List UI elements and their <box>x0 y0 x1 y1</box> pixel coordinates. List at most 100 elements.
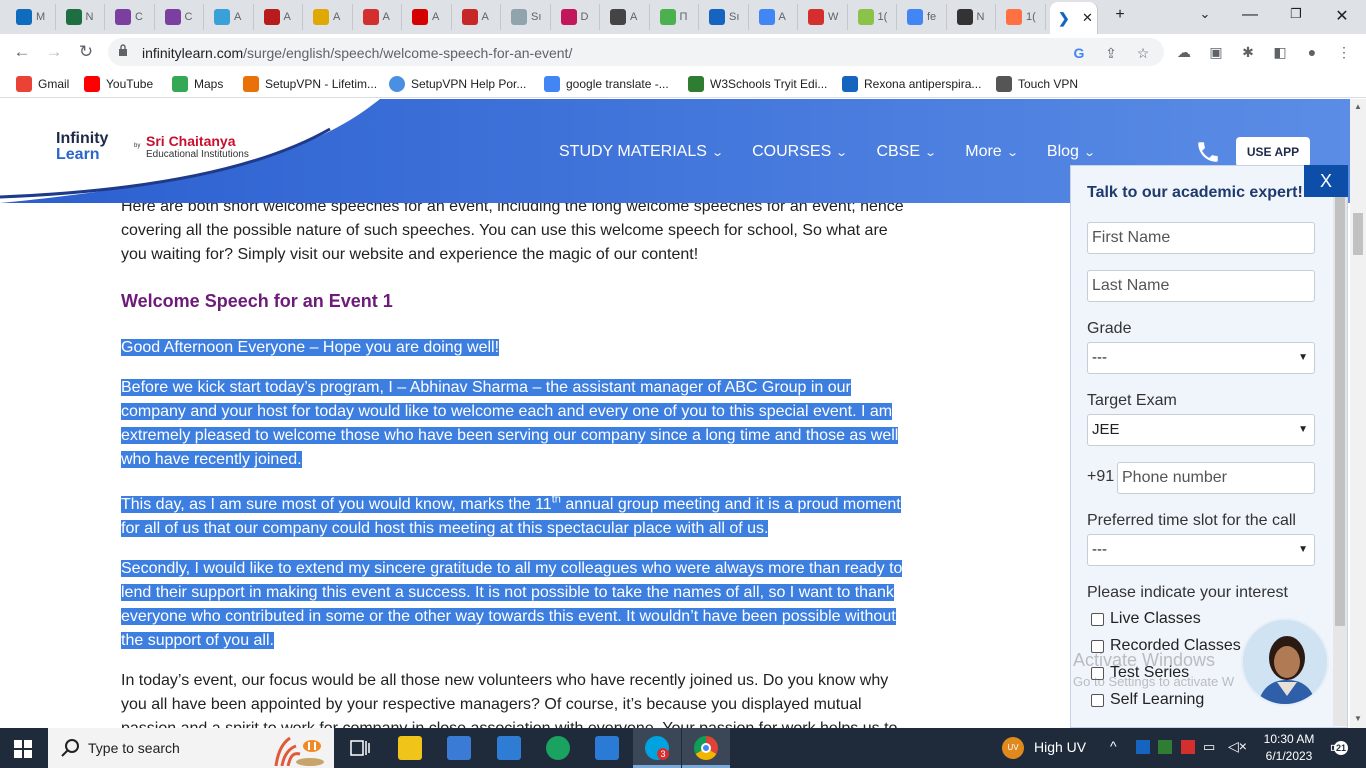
extension-cloud-icon[interactable]: ☁ <box>1174 42 1194 62</box>
maximize-button[interactable]: ❐ <box>1284 6 1308 22</box>
bookmark-item[interactable]: Maps <box>172 76 223 92</box>
extension-image-icon[interactable]: ▣ <box>1206 42 1226 62</box>
address-bar[interactable]: infinitylearn.com/surge/english/speech/w… <box>108 38 1164 66</box>
phone-input[interactable] <box>1117 462 1315 494</box>
scroll-up-arrow-icon[interactable]: ▲ <box>1354 102 1362 111</box>
use-app-button[interactable]: USE APP <box>1236 137 1310 167</box>
url-text[interactable]: infinitylearn.com/surge/english/speech/w… <box>142 45 572 61</box>
target-exam-select[interactable]: JEE ▼ <box>1087 414 1315 446</box>
weather-text[interactable]: High UV <box>1034 739 1086 755</box>
close-window-button[interactable]: ✕ <box>1330 6 1354 26</box>
side-panel-icon[interactable]: ◧ <box>1270 42 1290 62</box>
edge-icon[interactable] <box>546 736 570 760</box>
bookmark-star-icon[interactable]: ☆ <box>1134 44 1152 62</box>
browser-tab[interactable]: N <box>949 4 996 30</box>
menu-icon[interactable]: ⋮ <box>1334 42 1354 62</box>
bookmark-item[interactable]: W3Schools Tryit Edi... <box>688 76 827 92</box>
tab-close-icon[interactable]: ✕ <box>1082 10 1093 26</box>
grade-select[interactable]: --- ▼ <box>1087 342 1315 374</box>
skype-icon[interactable]: 3 <box>645 736 669 760</box>
task-view-icon[interactable] <box>348 736 372 760</box>
form-scrollbar[interactable] <box>1333 196 1347 726</box>
browser-tab[interactable]: fe <box>899 4 947 30</box>
bookmark-item[interactable]: Gmail <box>16 76 69 92</box>
browser-tab[interactable]: A <box>602 4 650 30</box>
mail-icon[interactable] <box>497 736 521 760</box>
bookmark-item[interactable]: YouTube <box>84 76 153 92</box>
new-tab-button[interactable]: + <box>1108 6 1132 24</box>
browser-tab[interactable]: M <box>8 4 56 30</box>
browser-tab[interactable]: A <box>454 4 501 30</box>
tray-app-icon[interactable] <box>1181 740 1195 754</box>
browser-tab[interactable]: C <box>157 4 204 30</box>
form-scrollbar-thumb[interactable] <box>1335 196 1345 626</box>
browser-tab[interactable]: Sı <box>701 4 749 30</box>
nav-item[interactable]: STUDY MATERIALS ⌄ <box>559 143 724 161</box>
extensions-puzzle-icon[interactable]: ✱ <box>1238 42 1258 62</box>
checkbox-box[interactable] <box>1091 612 1104 626</box>
bookmark-item[interactable]: Touch VPN <box>996 76 1078 92</box>
browser-tab[interactable]: A <box>355 4 402 30</box>
last-name-input[interactable] <box>1087 270 1315 302</box>
tab-active[interactable]: ❯ ✕ <box>1050 2 1098 34</box>
tray-app-icon[interactable] <box>1158 740 1172 754</box>
browser-tab[interactable]: A <box>206 4 254 30</box>
interest-checkbox[interactable]: Live Classes <box>1091 610 1201 628</box>
file-explorer-icon[interactable] <box>398 736 422 760</box>
browser-tab[interactable]: A <box>751 4 798 30</box>
notification-center-icon[interactable]: ▭21 <box>1326 737 1348 759</box>
browser-tab[interactable]: D <box>553 4 600 30</box>
nav-item[interactable]: CBSE ⌄ <box>876 143 937 161</box>
taskbar-search[interactable]: Type to search <box>48 728 334 768</box>
windows-start-icon[interactable] <box>14 740 32 758</box>
vscode-icon[interactable] <box>595 736 619 760</box>
interest-checkbox[interactable]: Self Learning <box>1091 691 1204 709</box>
browser-tab[interactable]: A <box>256 4 303 30</box>
browser-toolbar: ← → ↻ infinitylearn.com/surge/english/sp… <box>0 34 1366 70</box>
minimize-button[interactable]: — <box>1238 6 1262 24</box>
forward-button[interactable]: → <box>42 40 66 64</box>
nav-item[interactable]: More ⌄ <box>965 143 1019 161</box>
bookmark-item[interactable]: SetupVPN - Lifetim... <box>243 76 377 92</box>
google-lens-icon[interactable]: G <box>1070 44 1088 62</box>
back-button[interactable]: ← <box>10 40 34 64</box>
browser-tab[interactable]: 1( <box>998 4 1046 30</box>
nav-item[interactable]: COURSES ⌄ <box>752 143 848 161</box>
page-scrollbar-thumb[interactable] <box>1353 213 1363 255</box>
store-icon[interactable] <box>447 736 471 760</box>
checkbox-box[interactable] <box>1091 693 1104 707</box>
browser-tab[interactable]: N <box>58 4 105 30</box>
close-form-button[interactable]: X <box>1304 165 1348 197</box>
profile-icon[interactable]: ● <box>1302 42 1322 62</box>
chat-agent-avatar[interactable] <box>1241 618 1329 706</box>
phone-icon[interactable] <box>1195 139 1221 165</box>
first-name-input[interactable] <box>1087 222 1315 254</box>
browser-tab[interactable]: П <box>652 4 699 30</box>
scroll-down-arrow-icon[interactable]: ▼ <box>1354 714 1362 723</box>
bookmark-item[interactable]: SetupVPN Help Por... <box>389 76 526 92</box>
tray-app-icon[interactable] <box>1136 740 1150 754</box>
bookmark-item[interactable]: google translate -... <box>544 76 669 92</box>
reload-button[interactable]: ↻ <box>74 40 98 64</box>
browser-tab[interactable]: W <box>800 4 848 30</box>
network-icon[interactable]: ▭ <box>1203 739 1215 755</box>
share-icon[interactable]: ⇪ <box>1102 44 1120 62</box>
browser-tab[interactable]: 1( <box>850 4 897 30</box>
tab-label: A <box>481 11 489 23</box>
tab-search-icon[interactable]: ⌄ <box>1193 6 1217 22</box>
google-icon <box>16 76 32 92</box>
nav-item[interactable]: Blog ⌄ <box>1047 143 1096 161</box>
tray-chevron-up-icon[interactable]: ^ <box>1110 738 1117 754</box>
browser-tab[interactable]: C <box>107 4 155 30</box>
browser-tab[interactable]: A <box>404 4 452 30</box>
volume-icon[interactable]: ◁× <box>1228 738 1247 755</box>
page-scrollbar[interactable]: ▲ ▼ <box>1350 99 1366 728</box>
browser-tab[interactable]: A <box>305 4 353 30</box>
bookmark-item[interactable]: Rexona antiperspira... <box>842 76 981 92</box>
browser-tab[interactable]: Sı <box>503 4 551 30</box>
chrome-icon[interactable] <box>694 736 718 760</box>
b-icon <box>313 9 329 25</box>
time-slot-select[interactable]: --- ▼ <box>1087 534 1315 566</box>
uv-weather-icon[interactable]: UV <box>1002 737 1024 759</box>
system-clock[interactable]: 10:30 AM 6/1/2023 <box>1256 731 1322 765</box>
